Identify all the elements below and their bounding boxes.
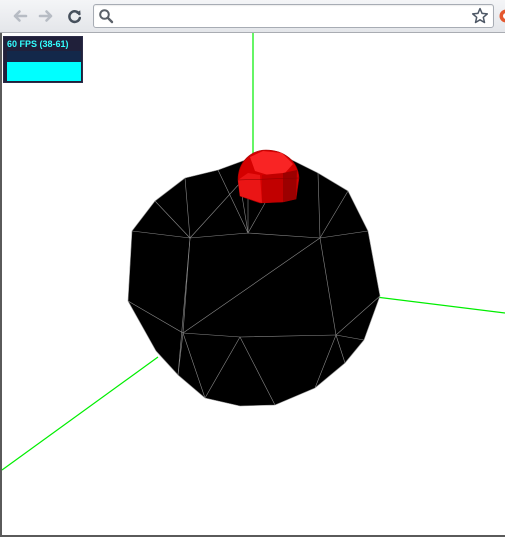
chrome-menu-button[interactable]: [498, 8, 505, 24]
fps-graph-bar: [7, 62, 81, 81]
z-axis-line: [2, 356, 159, 471]
webgl-viewport[interactable]: [0, 33, 505, 537]
reload-icon: [67, 9, 81, 23]
omnibox-input[interactable]: [118, 7, 466, 25]
back-arrow-icon: [13, 10, 28, 22]
star-icon[interactable]: [471, 7, 489, 25]
browser-window: 60 FPS (38-61): [0, 0, 505, 537]
forward-button[interactable]: [36, 5, 56, 27]
fps-graph: [7, 51, 81, 81]
back-button[interactable]: [10, 5, 30, 27]
fps-stats-panel[interactable]: 60 FPS (38-61): [3, 36, 83, 83]
browser-toolbar: [0, 0, 505, 33]
chrome-menu-icon: [499, 9, 505, 23]
red-marker-sphere: [237, 149, 300, 204]
forward-arrow-icon: [38, 10, 53, 22]
3d-scene-canvas[interactable]: [0, 33, 505, 537]
omnibox[interactable]: [93, 4, 494, 28]
reload-button[interactable]: [64, 5, 84, 27]
fps-readout: 60 FPS (38-61): [7, 39, 69, 49]
x-axis-line: [375, 296, 505, 314]
search-icon: [99, 9, 114, 24]
